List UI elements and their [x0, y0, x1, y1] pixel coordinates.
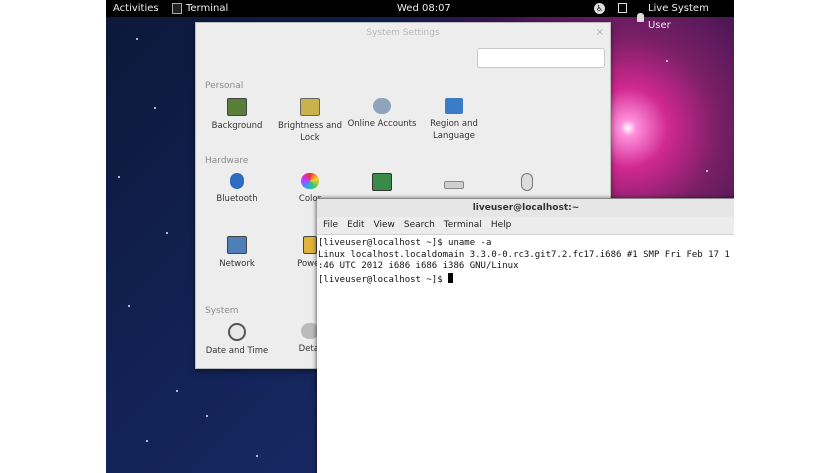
clock[interactable]: Wed 08:07: [397, 0, 451, 17]
network-icon: [227, 236, 247, 254]
settings-item-brightness[interactable]: Brightness and Lock: [275, 98, 345, 144]
terminal-prompt-line: [liveuser@localhost ~]$: [318, 272, 734, 287]
display-icon: [372, 173, 392, 191]
settings-search-input[interactable]: [477, 48, 605, 68]
power-icon: [303, 236, 317, 254]
section-hardware: Hardware: [205, 156, 249, 166]
settings-item-region[interactable]: Region and Language: [419, 98, 489, 142]
terminal-icon: [172, 3, 182, 14]
star: [706, 170, 708, 172]
star: [206, 415, 208, 417]
terminal-prompt: [liveuser@localhost ~]$: [318, 274, 449, 285]
settings-item-background[interactable]: Background: [202, 98, 272, 132]
close-icon[interactable]: ×: [596, 23, 604, 43]
brightness-icon: [300, 98, 320, 116]
terminal-window: liveuser@localhost:~ File Edit View Sear…: [317, 198, 734, 473]
menu-file[interactable]: File: [323, 217, 338, 234]
mouse-icon: [521, 173, 533, 191]
terminal-titlebar[interactable]: liveuser@localhost:~: [317, 199, 734, 217]
bluetooth-icon: [230, 173, 244, 189]
desktop: Activities Terminal Wed 08:07 ♿ Live Sys…: [106, 0, 734, 473]
settings-item-keyboard[interactable]: [419, 173, 489, 193]
menu-view[interactable]: View: [374, 217, 395, 234]
terminal-menubar: File Edit View Search Terminal Help: [317, 217, 734, 235]
top-bar: Activities Terminal Wed 08:07 ♿ Live Sys…: [106, 0, 734, 31]
network-icon[interactable]: [618, 3, 627, 13]
color-icon: [301, 173, 319, 189]
star: [176, 390, 178, 392]
menu-search[interactable]: Search: [404, 217, 435, 234]
star: [154, 107, 156, 109]
terminal-output[interactable]: [liveuser@localhost ~]$ uname -a Linux lo…: [317, 235, 734, 289]
star: [666, 60, 668, 62]
star: [128, 305, 130, 307]
keyboard-icon: [444, 181, 464, 189]
accessibility-icon[interactable]: ♿: [594, 3, 605, 14]
star: [136, 38, 138, 40]
star: [256, 455, 258, 457]
settings-item-displays[interactable]: [347, 173, 417, 195]
user-icon: [637, 12, 644, 22]
app-menu-terminal[interactable]: Terminal: [172, 0, 228, 17]
terminal-cursor: [448, 272, 454, 283]
star: [146, 440, 148, 442]
settings-item-network[interactable]: Network: [202, 236, 272, 270]
menu-edit[interactable]: Edit: [347, 217, 364, 234]
star: [118, 176, 120, 178]
user-menu[interactable]: Live System User: [637, 0, 734, 34]
menu-terminal[interactable]: Terminal: [444, 217, 482, 234]
section-personal: Personal: [205, 81, 244, 91]
clock-icon: [228, 323, 246, 341]
settings-item-online-accounts[interactable]: Online Accounts: [347, 98, 417, 130]
terminal-line: :46 UTC 2012 i686 i686 i386 GNU/Linux: [318, 261, 519, 271]
activities-button[interactable]: Activities: [113, 0, 159, 17]
flag-icon: [445, 98, 463, 114]
settings-item-bluetooth[interactable]: Bluetooth: [202, 173, 272, 205]
menu-help[interactable]: Help: [491, 217, 512, 234]
app-name: Terminal: [186, 3, 229, 14]
background-icon: [227, 98, 247, 116]
settings-title: System Settings: [366, 28, 440, 38]
settings-item-date-time[interactable]: Date and Time: [202, 323, 272, 357]
user-name: Live System User: [647, 3, 709, 31]
settings-item-mouse[interactable]: [492, 173, 562, 195]
terminal-line: Linux localhost.localdomain 3.3.0-0.rc3.…: [318, 249, 730, 260]
settings-titlebar[interactable]: System Settings ×: [196, 23, 610, 43]
section-system: System: [205, 306, 239, 316]
online-accounts-icon: [373, 98, 391, 114]
star: [166, 232, 168, 234]
terminal-line: [liveuser@localhost ~]$ uname -a: [318, 238, 492, 248]
